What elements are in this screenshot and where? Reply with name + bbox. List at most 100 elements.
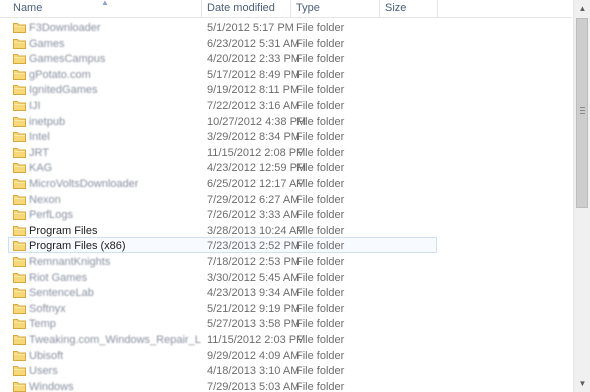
file-row[interactable]: gPotato.com 5/17/2012 8:49 PM File folder <box>8 66 437 82</box>
file-name: F3Downloader <box>29 22 101 34</box>
column-header-date-label: Date modified <box>207 2 275 14</box>
scroll-down-arrow-icon[interactable]: ▼ <box>574 375 590 392</box>
sort-up-arrow-icon: ▲ <box>101 0 109 7</box>
folder-icon <box>13 195 26 205</box>
folder-icon <box>13 257 26 267</box>
folder-icon <box>13 54 26 64</box>
file-type: File folder <box>296 178 345 190</box>
file-row[interactable]: Windows 7/29/2013 5:03 AM File folder <box>8 378 437 392</box>
file-row[interactable]: Games 6/23/2012 5:31 AM File folder <box>8 35 437 51</box>
folder-icon <box>13 101 26 111</box>
folder-icon <box>13 319 26 329</box>
file-name: KAG <box>29 162 53 174</box>
file-row[interactable]: Ubisoft 9/29/2012 4:09 AM File folder <box>8 347 437 363</box>
file-name: IJI <box>29 100 41 112</box>
file-date-modified: 4/20/2012 2:33 PM <box>207 53 300 65</box>
file-type: File folder <box>296 53 345 65</box>
file-type: File folder <box>296 100 345 112</box>
file-row[interactable]: Riot Games 3/30/2012 5:45 AM File folder <box>8 269 437 285</box>
file-row[interactable]: Users 4/18/2013 3:10 AM File folder <box>8 362 437 378</box>
file-type: File folder <box>296 365 345 377</box>
file-row[interactable]: Program Files (x86) 7/23/2013 2:52 PM File… <box>8 237 437 253</box>
file-type: File folder <box>296 318 345 330</box>
file-row[interactable]: Softnyx 5/21/2012 9:19 PM File folder <box>8 300 437 316</box>
folder-icon <box>13 382 26 392</box>
file-date-modified: 7/29/2013 5:03 AM <box>207 381 300 392</box>
file-type: File folder <box>296 334 345 346</box>
file-date-modified: 4/18/2013 3:10 AM <box>207 365 300 377</box>
file-type: File folder <box>296 84 345 96</box>
folder-icon <box>13 304 26 314</box>
file-row[interactable]: IJI 7/22/2012 3:16 AM File folder <box>8 97 437 113</box>
file-row[interactable]: Intel 3/29/2012 8:34 PM File folder <box>8 128 437 144</box>
file-type: File folder <box>296 287 345 299</box>
file-date-modified: 5/1/2012 5:17 PM <box>207 22 294 34</box>
file-row[interactable]: MicroVoltsDownloader 6/25/2012 12:17 AM Fi… <box>8 175 437 191</box>
column-header-date-modified[interactable]: Date modified <box>202 0 291 17</box>
file-date-modified: 11/15/2012 2:03 PM <box>207 334 306 346</box>
file-type: File folder <box>296 131 345 143</box>
column-header-size[interactable]: Size <box>380 0 438 17</box>
file-name: Temp <box>29 318 56 330</box>
file-row[interactable]: Nexon 7/29/2012 6:27 AM File folder <box>8 191 437 207</box>
file-date-modified: 9/19/2012 8:11 PM <box>207 84 300 96</box>
folder-icon <box>13 210 26 220</box>
file-date-modified: 4/23/2013 9:34 AM <box>207 287 300 299</box>
column-header-type[interactable]: Type <box>291 0 380 17</box>
file-row[interactable]: Program Files 3/28/2013 10:24 AM File fold… <box>8 222 437 238</box>
scrollbar-thumb[interactable] <box>576 18 588 208</box>
folder-icon <box>13 366 26 376</box>
file-row[interactable]: KAG 4/23/2012 12:59 PM File folder <box>8 159 437 175</box>
folder-icon <box>13 39 26 49</box>
file-name: IgnitedGames <box>29 84 98 96</box>
file-row[interactable]: Temp 5/27/2013 3:58 PM File folder <box>8 315 437 331</box>
folder-icon <box>13 288 26 298</box>
file-type: File folder <box>296 22 345 34</box>
file-name: PerfLogs <box>29 209 74 221</box>
file-row[interactable]: RemnantKnights 7/18/2012 2:53 PM File fold… <box>8 253 437 269</box>
file-date-modified: 7/26/2012 3:33 AM <box>207 209 300 221</box>
folder-icon <box>13 163 26 173</box>
folder-icon <box>13 179 26 189</box>
file-type: File folder <box>296 256 345 268</box>
folder-icon <box>13 351 26 361</box>
file-row[interactable]: F3Downloader 5/1/2012 5:17 PM File folder <box>8 19 437 35</box>
column-header-name-label: Name <box>13 2 43 14</box>
file-type: File folder <box>296 240 345 252</box>
file-row[interactable]: IgnitedGames 9/19/2012 8:11 PM File folder <box>8 81 437 97</box>
file-row[interactable]: SentenceLab 4/23/2013 9:34 AM File folder <box>8 284 437 300</box>
file-row[interactable]: JRT 11/15/2012 2:08 PM File folder <box>8 144 437 160</box>
column-header-type-label: Type <box>296 2 320 14</box>
file-type: File folder <box>296 381 345 392</box>
file-date-modified: 6/25/2012 12:17 AM <box>207 178 306 190</box>
file-date-modified: 7/23/2013 2:52 PM <box>207 240 300 252</box>
file-type: File folder <box>296 209 345 221</box>
file-name: Tweaking.com_Windows_Repair_Logs <box>29 334 201 346</box>
scrollbar-grip-icon <box>580 107 585 114</box>
file-date-modified: 7/22/2012 3:16 AM <box>207 100 300 112</box>
file-name: SentenceLab <box>29 287 94 299</box>
folder-icon <box>13 23 26 33</box>
file-row[interactable]: PerfLogs 7/26/2012 3:33 AM File folder <box>8 206 437 222</box>
scroll-up-arrow-icon[interactable]: ▲ <box>574 0 590 17</box>
column-header-bar: Name ▲ Date modified Type Size <box>0 0 572 18</box>
vertical-scrollbar[interactable]: ▲ ▼ <box>573 0 590 392</box>
file-name: Users <box>29 365 58 377</box>
folder-icon <box>13 273 26 283</box>
folder-icon <box>13 117 26 127</box>
file-name: MicroVoltsDownloader <box>29 178 139 190</box>
folder-icon <box>13 132 26 142</box>
file-row[interactable]: inetpub 10/27/2012 4:38 PM File folder <box>8 113 437 129</box>
file-date-modified: 4/23/2012 12:59 PM <box>207 162 307 174</box>
folder-icon <box>13 226 26 236</box>
file-name: Windows <box>29 381 74 392</box>
folder-icon <box>13 85 26 95</box>
file-row[interactable]: GamesCampus 4/20/2012 2:33 PM File folder <box>8 50 437 66</box>
folder-icon <box>13 335 26 345</box>
file-date-modified: 7/18/2012 2:53 PM <box>207 256 300 268</box>
file-name: RemnantKnights <box>29 256 111 268</box>
file-row[interactable]: Tweaking.com_Windows_Repair_Logs 11/15/20… <box>8 331 437 347</box>
folder-icon <box>13 148 26 158</box>
folder-icon <box>13 241 26 251</box>
folder-icon <box>13 70 26 80</box>
